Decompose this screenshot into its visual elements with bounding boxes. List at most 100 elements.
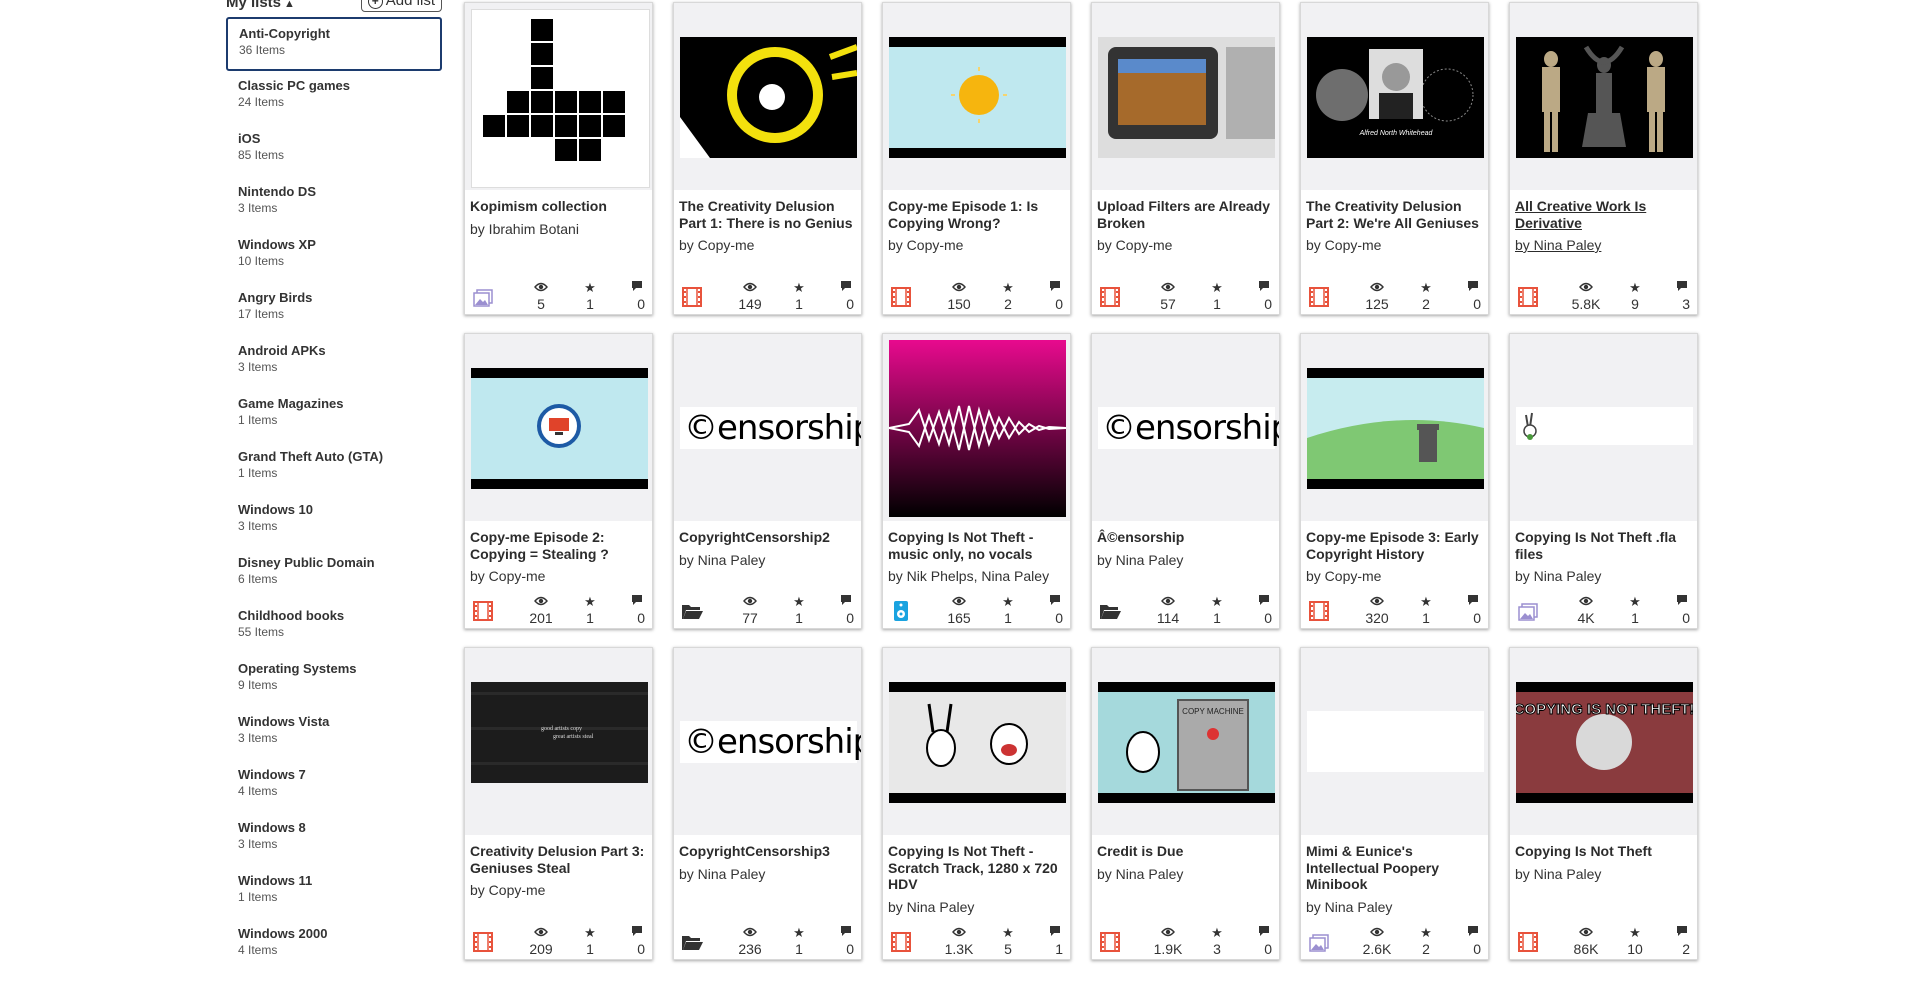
item-card[interactable]: Copying Is Not Theft .fla files by Nina P… — [1509, 333, 1698, 629]
item-card[interactable]: Copy-me Episode 2: Copying = Stealing ? b… — [464, 333, 653, 629]
item-card[interactable]: Copy-me Episode 3: Early Copyright Histo… — [1300, 333, 1489, 629]
item-card[interactable]: ©ensorship CopyrightCensorship2 by Nina Pa… — [673, 333, 862, 629]
item-thumbnail[interactable] — [1092, 3, 1279, 190]
item-creator[interactable]: by Nina Paley — [1097, 552, 1275, 569]
item-thumbnail[interactable] — [1301, 334, 1488, 521]
item-thumbnail[interactable]: COPY MACHINE — [1092, 648, 1279, 835]
item-thumbnail[interactable] — [465, 3, 652, 190]
item-title[interactable]: The Creativity Delusion Part 1: There is… — [679, 198, 853, 231]
item-card[interactable]: Upload Filters are Already Broken by Copy… — [1091, 2, 1280, 315]
item-card[interactable]: COPY MACHINE Credit is Due by Nina Paley 1.… — [1091, 647, 1280, 960]
sidebar-list-item[interactable]: Windows XP 10 Items — [226, 230, 442, 283]
item-title[interactable]: Copying Is Not Theft - music only, no vo… — [888, 529, 1033, 562]
item-creator[interactable]: by Copy-me — [1097, 237, 1275, 254]
item-title[interactable]: Upload Filters are Already Broken — [1097, 198, 1270, 231]
item-thumbnail[interactable]: ©ensorship — [1092, 334, 1279, 521]
item-creator[interactable]: by Copy-me — [888, 237, 1066, 254]
item-card[interactable]: Copying Is Not Theft - Scratch Track, 12… — [882, 647, 1071, 960]
sidebar-list-item[interactable]: Grand Theft Auto (GTA) 1 Items — [226, 442, 442, 495]
views-count: 1.9K — [1153, 941, 1183, 957]
item-title[interactable]: Copy-me Episode 3: Early Copyright Histo… — [1306, 529, 1479, 562]
star-icon: ★ — [1629, 280, 1641, 295]
item-creator[interactable]: by Copy-me — [679, 237, 857, 254]
item-thumbnail[interactable] — [1510, 3, 1697, 190]
sidebar-list-item[interactable]: Classic PC games 24 Items — [226, 71, 442, 124]
item-creator[interactable]: by Nina Paley — [888, 899, 1066, 916]
item-title[interactable]: CopyrightCensorship3 — [679, 843, 830, 859]
item-thumbnail[interactable]: ©ensorship — [674, 334, 861, 521]
lists-title[interactable]: My lists ▲ — [226, 0, 295, 11]
sidebar-list-item[interactable]: Angry Birds 17 Items — [226, 283, 442, 336]
item-thumbnail[interactable] — [883, 334, 1070, 521]
item-title[interactable]: Copy-me Episode 1: Is Copying Wrong? — [888, 198, 1038, 231]
item-stats: 236 ★ 1 0 — [674, 919, 861, 959]
item-creator[interactable]: by Copy-me — [1306, 568, 1484, 585]
item-thumbnail[interactable]: COPYING IS NOT THEFT! — [1510, 648, 1697, 835]
item-thumbnail[interactable] — [1301, 648, 1488, 835]
item-title[interactable]: Copy-me Episode 2: Copying = Stealing ? — [470, 529, 609, 562]
sidebar-list-item[interactable]: Nintendo DS 3 Items — [226, 177, 442, 230]
item-title[interactable]: CopyrightCensorship2 — [679, 529, 830, 545]
item-title[interactable]: Copying Is Not Theft .fla files — [1515, 529, 1676, 562]
item-card[interactable]: ©ensorship CopyrightCensorship3 by Nina Pa… — [673, 647, 862, 960]
item-thumbnail[interactable]: good artists copy great artists steal — [465, 648, 652, 835]
item-creator[interactable]: by Nina Paley — [1515, 237, 1693, 254]
sidebar-list-item[interactable]: Game Magazines 1 Items — [226, 389, 442, 442]
item-card[interactable]: Alfred North Whitehead The Creativity Del… — [1300, 2, 1489, 315]
item-card[interactable]: COPYING IS NOT THEFT! Copying Is Not Thef… — [1509, 647, 1698, 960]
item-title[interactable]: Â©ensorship — [1097, 529, 1184, 545]
sidebar-list-item[interactable]: Windows 7 4 Items — [226, 760, 442, 813]
item-title[interactable]: Copying Is Not Theft - Scratch Track, 12… — [888, 843, 1058, 892]
item-creator[interactable]: by Copy-me — [1306, 237, 1484, 254]
item-thumbnail[interactable] — [1510, 334, 1697, 521]
item-card[interactable]: Copying Is Not Theft - music only, no vo… — [882, 333, 1071, 629]
item-card[interactable]: The Creativity Delusion Part 1: There is… — [673, 2, 862, 315]
list-count: 3 Items — [238, 360, 278, 374]
item-creator[interactable]: by Nina Paley — [679, 552, 857, 569]
item-thumbnail[interactable]: Alfred North Whitehead — [1301, 3, 1488, 190]
sidebar-list-item[interactable]: Operating Systems 9 Items — [226, 654, 442, 707]
sidebar-list-item[interactable]: Android APKs 3 Items — [226, 336, 442, 389]
item-card[interactable]: good artists copy great artists steal Crea… — [464, 647, 653, 960]
comment-icon — [1441, 924, 1481, 941]
views-count: 1.3K — [944, 941, 974, 957]
item-card[interactable]: Copy-me Episode 1: Is Copying Wrong? by C… — [882, 2, 1071, 315]
item-card[interactable]: Mimi & Eunice's Intellectual Poopery Min… — [1300, 647, 1489, 960]
item-thumbnail[interactable]: ©ensorship — [674, 648, 861, 835]
sidebar-list-item[interactable]: Windows 8 3 Items — [226, 813, 442, 866]
item-creator[interactable]: by Nina Paley — [1097, 866, 1275, 883]
item-thumbnail[interactable] — [883, 648, 1070, 835]
item-creator[interactable]: by Nik Phelps, Nina Paley — [888, 568, 1066, 585]
item-creator[interactable]: by Copy-me — [470, 568, 648, 585]
item-creator[interactable]: by Nina Paley — [1515, 568, 1693, 585]
sidebar-list-item[interactable]: Windows 11 1 Items — [226, 866, 442, 919]
item-card[interactable]: ©ensorship Â©ensorship by Nina Paley 114 ★ 1 0 — [1091, 333, 1280, 629]
sidebar-list-item[interactable]: Disney Public Domain 6 Items — [226, 548, 442, 601]
item-thumbnail[interactable] — [883, 3, 1070, 190]
item-title[interactable]: All Creative Work Is Derivative — [1515, 198, 1646, 231]
item-title[interactable]: Credit is Due — [1097, 843, 1183, 859]
sidebar-list-item[interactable]: Windows 2000 4 Items — [226, 919, 442, 972]
add-list-button[interactable]: + Add list — [360, 0, 442, 12]
item-title[interactable]: Creativity Delusion Part 3: Geniuses Ste… — [470, 843, 644, 876]
item-creator[interactable]: by Nina Paley — [1306, 899, 1484, 916]
item-card[interactable]: All Creative Work Is Derivative by Nina P… — [1509, 2, 1698, 315]
sidebar-list-item[interactable]: iOS 85 Items — [226, 124, 442, 177]
item-creator[interactable]: by Ibrahim Botani — [470, 221, 648, 238]
sidebar-list-item[interactable]: Childhood books 55 Items — [226, 601, 442, 654]
item-creator[interactable]: by Copy-me — [470, 882, 648, 899]
sidebar-list-item[interactable]: Anti-Copyright 36 Items — [226, 17, 442, 71]
item-title[interactable]: The Creativity Delusion Part 2: We're Al… — [1306, 198, 1479, 231]
sidebar-list-item[interactable]: Windows Vista 3 Items — [226, 707, 442, 760]
item-title[interactable]: Mimi & Eunice's Intellectual Poopery Min… — [1306, 843, 1439, 892]
item-card[interactable]: Kopimism collection by Ibrahim Botani 5 ★ 1 0 — [464, 2, 653, 315]
item-title[interactable]: Kopimism collection — [470, 198, 607, 214]
item-creator[interactable]: by Nina Paley — [679, 866, 857, 883]
item-creator[interactable]: by Nina Paley — [1515, 866, 1693, 883]
sidebar-list-item[interactable]: Windows 10 3 Items — [226, 495, 442, 548]
item-thumbnail[interactable] — [674, 3, 861, 190]
item-thumbnail[interactable] — [465, 334, 652, 521]
item-stats: 209 ★ 1 0 — [465, 919, 652, 959]
item-title-block: Copying Is Not Theft - Scratch Track, 12… — [888, 843, 1066, 915]
item-title[interactable]: Copying Is Not Theft — [1515, 843, 1652, 859]
